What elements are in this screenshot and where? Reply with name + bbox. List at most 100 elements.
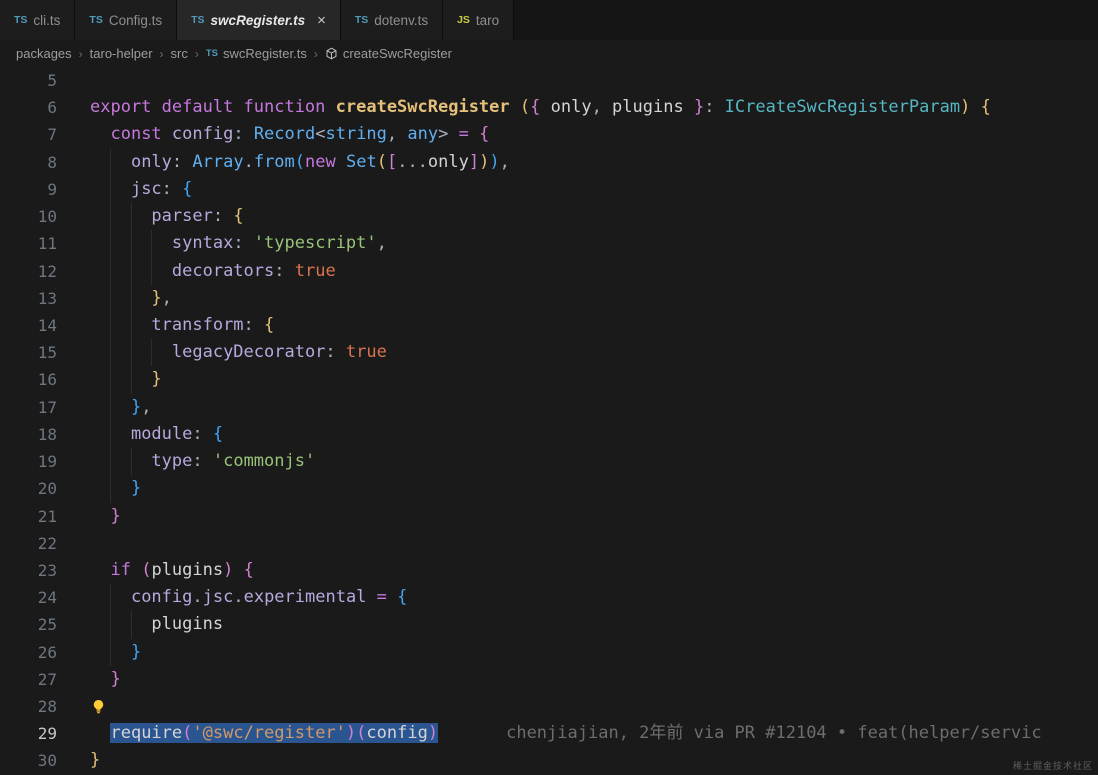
- line-number[interactable]: 19: [0, 448, 57, 475]
- code-line[interactable]: 30}: [0, 747, 1098, 774]
- line-number[interactable]: 15: [0, 339, 57, 366]
- token: [90, 560, 110, 580]
- code-line[interactable]: 19 type: 'commonjs': [0, 448, 1098, 475]
- token: {: [397, 587, 407, 607]
- line-number[interactable]: 20: [0, 475, 57, 502]
- line-number[interactable]: 14: [0, 312, 57, 339]
- line-number[interactable]: 6: [0, 94, 57, 121]
- token: :: [162, 179, 182, 199]
- tab-dotenv-ts[interactable]: TSdotenv.ts: [341, 0, 443, 40]
- tab-config-ts[interactable]: TSConfig.ts: [75, 0, 177, 40]
- token: (: [377, 152, 387, 172]
- token: [90, 478, 131, 498]
- line-number[interactable]: 29: [0, 720, 57, 747]
- token: :: [274, 261, 294, 281]
- code-line[interactable]: 14 transform: {: [0, 312, 1098, 339]
- code-line[interactable]: 13 },: [0, 285, 1098, 312]
- line-number[interactable]: 25: [0, 611, 57, 638]
- line-number[interactable]: 18: [0, 421, 57, 448]
- line-number[interactable]: 28: [0, 693, 57, 720]
- token: {: [233, 206, 243, 226]
- code-line[interactable]: 10 parser: {: [0, 203, 1098, 230]
- code-line[interactable]: 27 }: [0, 666, 1098, 693]
- code-line[interactable]: 8 only: Array.from(new Set([...only])),: [0, 149, 1098, 176]
- code-line[interactable]: 12 decorators: true: [0, 258, 1098, 285]
- ts-file-icon: TS: [14, 14, 27, 26]
- code-line[interactable]: 25 plugins: [0, 611, 1098, 638]
- breadcrumb-separator-icon: ›: [314, 47, 318, 61]
- token: ,: [500, 152, 510, 172]
- token: :: [325, 342, 345, 362]
- breadcrumb-item-packages[interactable]: packages: [16, 46, 72, 61]
- code-editor[interactable]: 56export default function createSwcRegis…: [0, 67, 1098, 775]
- code-line[interactable]: 5: [0, 67, 1098, 94]
- line-number[interactable]: 27: [0, 666, 57, 693]
- token: }: [110, 669, 120, 689]
- token: (: [520, 97, 530, 117]
- line-number[interactable]: 12: [0, 258, 57, 285]
- tab-close-icon[interactable]: ×: [317, 13, 326, 28]
- code-line[interactable]: 29 require('@swc/register')(config)chenj…: [0, 720, 1098, 747]
- line-number[interactable]: 22: [0, 530, 57, 557]
- git-blame-annotation[interactable]: chenjiajian, 2年前 via PR #12104 • feat(he…: [506, 723, 1042, 743]
- code-line[interactable]: 18 module: {: [0, 421, 1098, 448]
- tab-swcregister-ts[interactable]: TSswcRegister.ts×: [177, 0, 341, 40]
- token: [387, 587, 397, 607]
- tab-cli-ts[interactable]: TS cli.ts: [0, 0, 75, 40]
- token: const: [110, 124, 171, 144]
- code-text: plugins: [90, 611, 223, 638]
- code-line[interactable]: 20 }: [0, 475, 1098, 502]
- code-text: only: Array.from(new Set([...only])),: [90, 149, 510, 176]
- lightbulb-icon[interactable]: [91, 699, 106, 718]
- tab-taro[interactable]: JStaro: [443, 0, 514, 40]
- code-line[interactable]: 26 }: [0, 639, 1098, 666]
- code-line[interactable]: 15 legacyDecorator: true: [0, 339, 1098, 366]
- line-number[interactable]: 30: [0, 747, 57, 774]
- token: legacyDecorator: [172, 342, 326, 362]
- token: config: [131, 587, 192, 607]
- code-line[interactable]: 28: [0, 693, 1098, 720]
- line-number[interactable]: 8: [0, 149, 57, 176]
- token: [: [387, 152, 397, 172]
- tab-label: cli.ts: [33, 13, 60, 28]
- code-line[interactable]: 6export default function createSwcRegist…: [0, 94, 1098, 121]
- tab-label: dotenv.ts: [374, 13, 428, 28]
- token: }: [90, 750, 100, 770]
- code-text: }: [90, 747, 100, 774]
- line-number[interactable]: 26: [0, 639, 57, 666]
- token: :: [213, 206, 233, 226]
- breadcrumb-item-symbol[interactable]: createSwcRegister: [343, 46, 452, 61]
- code-text: }: [90, 666, 121, 693]
- code-line[interactable]: 7 const config: Record<string, any> = {: [0, 121, 1098, 148]
- code-line[interactable]: 21 }: [0, 503, 1098, 530]
- breadcrumb-item-src[interactable]: src: [171, 46, 188, 61]
- code-line[interactable]: 17 },: [0, 394, 1098, 421]
- line-number[interactable]: 10: [0, 203, 57, 230]
- line-number[interactable]: 9: [0, 176, 57, 203]
- code-line[interactable]: 16 }: [0, 366, 1098, 393]
- token: Array: [192, 152, 243, 172]
- line-number[interactable]: 23: [0, 557, 57, 584]
- line-number[interactable]: 16: [0, 366, 57, 393]
- code-line[interactable]: 24 config.jsc.experimental = {: [0, 584, 1098, 611]
- line-number[interactable]: 11: [0, 230, 57, 257]
- token: }: [131, 397, 141, 417]
- breadcrumb-item-file[interactable]: swcRegister.ts: [223, 46, 307, 61]
- line-number[interactable]: 21: [0, 503, 57, 530]
- code-line[interactable]: 23 if (plugins) {: [0, 557, 1098, 584]
- token: plugins: [151, 560, 223, 580]
- line-number[interactable]: 17: [0, 394, 57, 421]
- line-number[interactable]: 5: [0, 67, 57, 94]
- code-line[interactable]: 22: [0, 530, 1098, 557]
- token: {: [213, 424, 223, 444]
- breadcrumb-item-taro-helper[interactable]: taro-helper: [90, 46, 153, 61]
- code-text: }: [90, 475, 141, 502]
- line-number[interactable]: 7: [0, 121, 57, 148]
- line-number[interactable]: 13: [0, 285, 57, 312]
- line-number[interactable]: 24: [0, 584, 57, 611]
- token: ]: [469, 152, 479, 172]
- token: transform: [151, 315, 243, 335]
- token: ,: [377, 233, 387, 253]
- code-line[interactable]: 9 jsc: {: [0, 176, 1098, 203]
- code-line[interactable]: 11 syntax: 'typescript',: [0, 230, 1098, 257]
